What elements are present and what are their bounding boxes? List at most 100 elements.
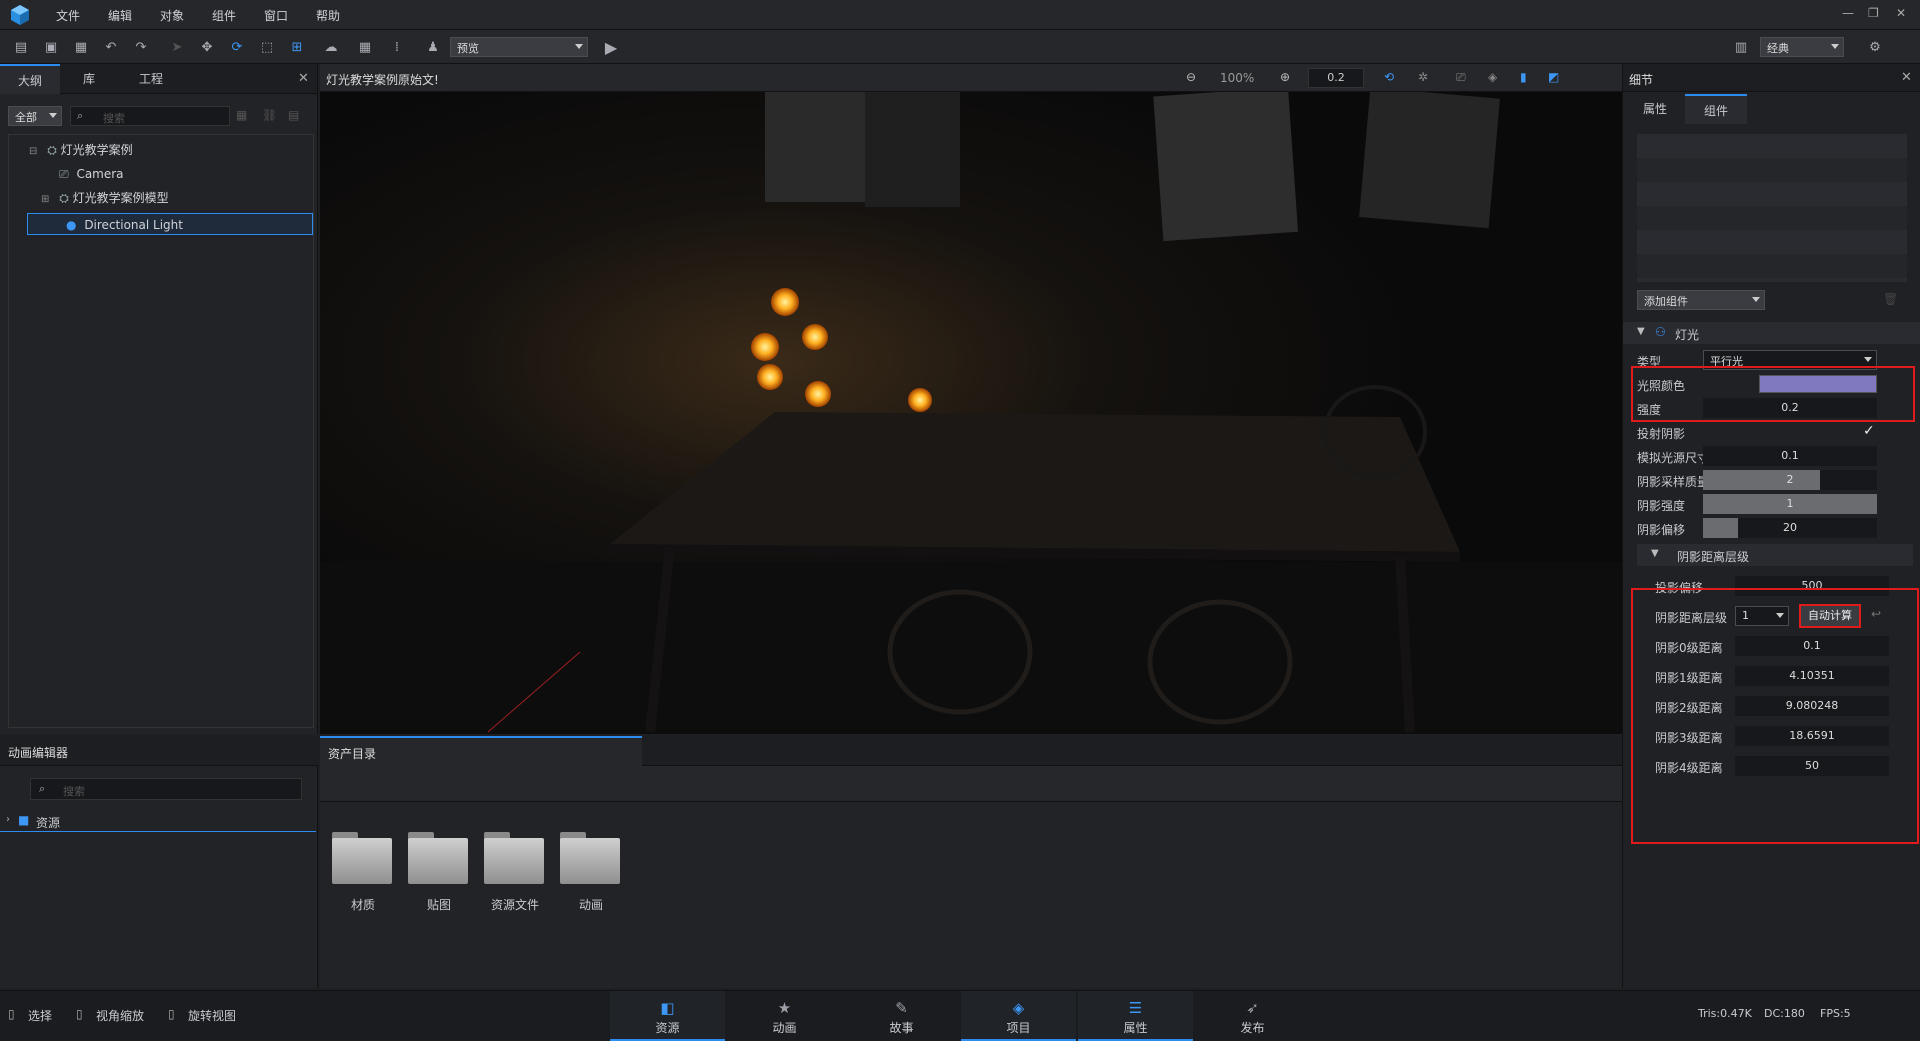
menu-file[interactable]: 文件 xyxy=(56,7,80,24)
light-section-header[interactable]: ▼ ⚇ 灯光 xyxy=(1623,322,1920,344)
asset-root-item[interactable]: › ■ 资源 xyxy=(0,810,316,832)
zoom-in-icon[interactable]: ⊕ xyxy=(1280,70,1290,84)
move-icon[interactable]: ✥ xyxy=(198,38,216,56)
folder-icon xyxy=(484,832,544,884)
mouse-icon: ▯ xyxy=(8,1007,15,1021)
folder-label: 动画 xyxy=(578,898,603,912)
transform-icon[interactable]: ⊞ xyxy=(288,38,306,56)
close-window-icon[interactable]: ✕ xyxy=(1896,6,1906,20)
bottom-tab-animation[interactable]: ★ 动画 xyxy=(727,991,842,1041)
tab-properties[interactable]: 属性 xyxy=(1627,94,1683,124)
tab-components[interactable]: 组件 xyxy=(1685,94,1747,124)
menu-edit[interactable]: 编辑 xyxy=(108,7,132,24)
menu-component[interactable]: 组件 xyxy=(212,7,236,24)
menu-help[interactable]: 帮助 xyxy=(316,7,340,24)
bug-icon[interactable]: ✲ xyxy=(1418,70,1428,84)
preview-dropdown[interactable]: 预览 xyxy=(450,37,588,57)
trash-icon[interactable]: 🗑 xyxy=(1883,292,1898,306)
new-file-icon[interactable]: ▤ xyxy=(12,38,30,56)
tab-library[interactable]: 库 xyxy=(60,64,118,94)
select-arrow-icon[interactable]: ➤ xyxy=(168,38,186,56)
sliders-icon: ☰ xyxy=(1128,999,1143,1017)
zoom-out-icon[interactable]: ⊖ xyxy=(1186,70,1196,84)
redo-icon[interactable]: ↷ xyxy=(132,38,150,56)
bottom-tab-resources[interactable]: ◧ 资源 xyxy=(610,991,725,1041)
save-icon[interactable]: ▣ xyxy=(42,38,60,56)
tree-item-model[interactable]: ⊞ ⛭ 灯光教学案例模型 xyxy=(41,187,169,209)
tab-outline[interactable]: 大纲 xyxy=(0,64,60,94)
camera-speed-input[interactable]: 0.2 xyxy=(1308,68,1364,88)
tab-project[interactable]: 工程 xyxy=(118,64,184,94)
outline-tree: ⊟ ⛭ 灯光教学案例 ⎚ Camera ⊞ ⛭ 灯光教学案例模型 ● Direc… xyxy=(8,134,314,728)
expand-all-icon[interactable]: ▦ xyxy=(236,108,247,122)
tree-item-label: 灯光教学案例 xyxy=(60,143,133,157)
maximize-icon[interactable]: ❐ xyxy=(1868,6,1879,20)
undo-icon[interactable]: ↶ xyxy=(102,38,120,56)
shadow-strength-label: 阴影强度 xyxy=(1637,499,1686,513)
folder-icon xyxy=(408,832,468,884)
shadow-strength-slider[interactable]: 1 xyxy=(1703,494,1877,514)
menu-bar: 文件 编辑 对象 组件 窗口 帮助 — ❐ ✕ xyxy=(0,0,1920,30)
close-panel-icon[interactable]: ✕ xyxy=(1901,70,1912,85)
asset-path-bar xyxy=(320,766,1622,802)
settings-icon[interactable]: ⚙ xyxy=(1866,38,1884,56)
folder-animation[interactable]: 动画 xyxy=(560,832,622,913)
tab-asset-directory[interactable]: 资产目录 xyxy=(320,736,642,766)
save-all-icon[interactable]: ▦ xyxy=(72,38,90,56)
mode-zoom[interactable]: 视角缩放 xyxy=(96,1007,144,1024)
folder-icon: ■ xyxy=(18,813,30,827)
shadow-quality-slider[interactable]: 2 xyxy=(1703,470,1877,490)
scale-icon[interactable]: ⬚ xyxy=(258,38,276,56)
light-size-input[interactable]: 0.1 xyxy=(1703,446,1877,466)
tree-item-root[interactable]: ⊟ ⛭ 灯光教学案例 xyxy=(29,139,133,161)
scene-render xyxy=(320,92,1622,734)
mode-select[interactable]: 选择 xyxy=(28,1007,52,1024)
grid-icon[interactable]: ▦ xyxy=(356,38,374,56)
shadow-bias-slider[interactable]: 20 xyxy=(1703,518,1877,538)
add-component-dropdown[interactable]: 添加组件 xyxy=(1637,290,1765,310)
sync-icon[interactable]: ⟲ xyxy=(1384,70,1394,84)
video-camera-icon[interactable]: ⎚ xyxy=(1456,70,1466,85)
anim-search-input[interactable]: ⌕ 搜索 xyxy=(30,778,302,800)
bottom-tab-story[interactable]: ✎ 故事 xyxy=(844,991,959,1041)
bottom-tab-label: 故事 xyxy=(889,1021,914,1035)
bottom-tab-project[interactable]: ◈ 项目 xyxy=(961,991,1076,1041)
outline-search-input[interactable]: ⌕ 搜索 xyxy=(70,106,230,126)
layout-icon[interactable]: ▥ xyxy=(1732,38,1750,56)
group-icon: ⛭ xyxy=(47,143,57,157)
collapse-triangle-icon: ▼ xyxy=(1637,326,1645,337)
close-panel-icon[interactable]: ✕ xyxy=(298,71,309,86)
dots-grid-icon[interactable]: ⁞ xyxy=(388,38,406,56)
chevron-down-icon xyxy=(575,44,583,49)
expand-icon: ⊞ xyxy=(41,194,50,205)
cascade-section-header[interactable]: ▼ 阴影距离层级 xyxy=(1637,544,1913,566)
rotate-icon[interactable]: ⟳ xyxy=(228,38,246,56)
folder-texture[interactable]: 贴图 xyxy=(408,832,470,913)
minimize-icon[interactable]: — xyxy=(1842,6,1854,20)
bottom-tab-properties[interactable]: ☰ 属性 xyxy=(1078,991,1193,1041)
checkbox-checked-icon[interactable]: ✓ xyxy=(1863,423,1875,439)
menu-object[interactable]: 对象 xyxy=(160,7,184,24)
mouse-icon: ▯ xyxy=(76,1007,83,1021)
folder-material[interactable]: 材质 xyxy=(332,832,394,913)
mode-rotate[interactable]: 旋转视图 xyxy=(188,1007,236,1024)
cloud-icon[interactable]: ☁ xyxy=(322,38,340,56)
folder-label: 贴图 xyxy=(426,898,451,912)
chart-icon[interactable]: ◩ xyxy=(1548,70,1559,84)
filter-icon[interactable]: ▤ xyxy=(288,108,299,122)
layout-dropdown[interactable]: 经典 xyxy=(1760,37,1844,57)
cube-icon[interactable]: ◈ xyxy=(1488,70,1497,84)
bottom-tab-publish[interactable]: ➶ 发布 xyxy=(1195,991,1310,1041)
menu-window[interactable]: 窗口 xyxy=(264,7,288,24)
play-icon[interactable]: ▶ xyxy=(602,38,620,57)
shadow-bias-label: 阴影偏移 xyxy=(1637,523,1686,537)
book-icon[interactable]: ▮ xyxy=(1520,70,1527,84)
scene-viewport[interactable] xyxy=(320,92,1622,734)
link-icon[interactable]: ⛓ xyxy=(262,108,277,122)
component-list xyxy=(1637,134,1907,282)
tree-item-camera[interactable]: ⎚ Camera xyxy=(59,163,124,185)
tree-item-directional-light[interactable]: ● Directional Light xyxy=(27,213,313,235)
user-icon[interactable]: ♟ xyxy=(424,38,442,56)
filter-dropdown[interactable]: 全部 xyxy=(8,106,62,126)
folder-resources[interactable]: 资源文件 xyxy=(484,832,546,913)
